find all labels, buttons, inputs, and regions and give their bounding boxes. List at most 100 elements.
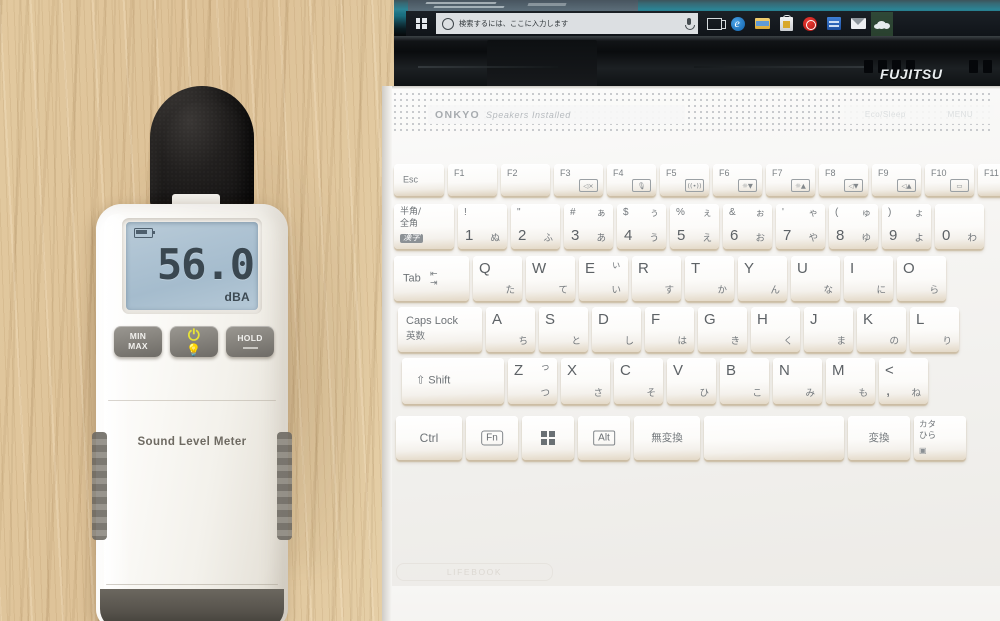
key-henkan[interactable]: 変換 <box>848 416 910 460</box>
key-label: K <box>863 311 874 328</box>
speaker-grille: ONKYO Speakers Installed Eco/Sleep MENU <box>392 91 994 135</box>
key-2[interactable]: " 2 ふ <box>511 204 560 249</box>
key-kana-label: ぬ <box>490 232 500 244</box>
key-alt[interactable]: Alt <box>578 416 630 460</box>
key-kana-label: す <box>664 284 674 296</box>
lifebook-badge: LIFEBOOK <box>396 563 553 581</box>
hinge-groove-left <box>418 66 558 68</box>
key-m[interactable]: M も <box>826 358 875 404</box>
key-label: Q <box>479 260 491 277</box>
edge-browser-icon[interactable] <box>727 12 749 36</box>
lcd-screen: 56.0 dBA <box>126 222 258 310</box>
key-label: O <box>903 260 915 277</box>
key-f6[interactable]: F6 ☼▼ <box>713 164 762 196</box>
key-7[interactable]: ' ゃ 7 や <box>776 204 825 249</box>
key-f[interactable]: F は <box>645 307 694 352</box>
key-k[interactable]: K の <box>857 307 906 352</box>
key-shift-label: & <box>729 207 736 218</box>
key-c[interactable]: C そ <box>614 358 663 404</box>
key-s[interactable]: S と <box>539 307 588 352</box>
blue-app-icon[interactable] <box>823 12 845 36</box>
key-x[interactable]: X さ <box>561 358 610 404</box>
key-r[interactable]: R す <box>632 256 681 301</box>
key-f8[interactable]: F8 ◁▼ <box>819 164 868 196</box>
task-view-icon[interactable] <box>703 12 726 36</box>
key-fn[interactable]: Fn <box>466 416 518 460</box>
key-b[interactable]: B こ <box>720 358 769 404</box>
key-hankaku-zenkaku[interactable]: 半角/ 全角 漢字 <box>394 204 454 249</box>
key-1[interactable]: ! 1 ぬ <box>458 204 507 249</box>
key-muhenkan[interactable]: 無変換 <box>634 416 700 460</box>
power-light-button[interactable]: ⏻ 💡 <box>170 326 218 357</box>
eco-sleep-button[interactable]: Eco/Sleep <box>865 110 906 119</box>
key-f9[interactable]: F9 ◁▲ <box>872 164 921 196</box>
key-f7[interactable]: F7 ☼▲ <box>766 164 815 196</box>
key-label: D <box>598 311 609 328</box>
hold-button[interactable]: HOLD <box>226 326 274 357</box>
key-caps-lock[interactable]: Caps Lock 英数 <box>398 307 482 352</box>
key-label: L <box>916 311 925 328</box>
key-f3[interactable]: F3 ◁× <box>554 164 603 196</box>
key-f10[interactable]: F10 ▭ <box>925 164 974 196</box>
key-ctrl[interactable]: Ctrl <box>396 416 462 460</box>
key-q[interactable]: Q た <box>473 256 522 301</box>
search-input[interactable]: 検索するには、ここに入力します <box>436 13 698 34</box>
key-windows[interactable] <box>522 416 574 460</box>
power-icon: ⏻ <box>187 326 201 344</box>
key-label: W <box>532 260 547 277</box>
deck-button-strip: Eco/Sleep MENU <box>844 105 994 124</box>
key-katakana-hiragana[interactable]: カタ ひら ▣ <box>914 416 966 460</box>
key-shift-left[interactable]: ⇧ Shift <box>402 358 504 404</box>
key-j[interactable]: J ま <box>804 307 853 352</box>
key-9[interactable]: ) ょ 9 よ <box>882 204 931 249</box>
key-t[interactable]: T か <box>685 256 734 301</box>
key-w[interactable]: W て <box>526 256 575 301</box>
key-f1[interactable]: F1 <box>448 164 497 196</box>
key-esc[interactable]: Esc <box>394 164 444 196</box>
key-f4[interactable]: F4 🎙 <box>607 164 656 196</box>
key-n[interactable]: N み <box>773 358 822 404</box>
key-a[interactable]: A ち <box>486 307 535 352</box>
key-8[interactable]: ( ゅ 8 ゆ <box>829 204 878 249</box>
start-button[interactable] <box>406 11 436 36</box>
key-e[interactable]: E ぃ い <box>579 256 628 301</box>
key-label: 変換 <box>868 431 890 444</box>
key-comma[interactable]: < , ね <box>879 358 928 404</box>
key-f11[interactable]: F11 ECO <box>978 164 1000 196</box>
key-shift-label: ) <box>888 207 892 218</box>
key-y[interactable]: Y ん <box>738 256 787 301</box>
key-label: Z <box>514 362 524 379</box>
mail-icon[interactable] <box>847 12 869 36</box>
key-space[interactable] <box>704 416 844 460</box>
key-i[interactable]: I に <box>844 256 893 301</box>
key-u[interactable]: U な <box>791 256 840 301</box>
key-d[interactable]: D し <box>592 307 641 352</box>
key-l[interactable]: L り <box>910 307 959 352</box>
key-z[interactable]: Z っ つ <box>508 358 557 404</box>
key-4[interactable]: $ ぅ 4 う <box>617 204 666 249</box>
file-explorer-icon[interactable] <box>751 12 773 36</box>
key-v[interactable]: V ひ <box>667 358 716 404</box>
menu-button[interactable]: MENU <box>948 110 974 119</box>
microphone-icon[interactable] <box>685 18 695 30</box>
key-label: G <box>704 311 716 328</box>
key-g[interactable]: G き <box>698 307 747 352</box>
key-label: 3 <box>571 227 580 244</box>
key-5[interactable]: % ぇ 5 え <box>670 204 719 249</box>
key-0[interactable]: 0 わ <box>935 204 984 249</box>
key-tab[interactable]: Tab ⇤ ⇥ <box>394 256 469 301</box>
microsoft-store-icon[interactable] <box>775 12 797 36</box>
key-f2[interactable]: F2 <box>501 164 550 196</box>
cloud-app-icon[interactable] <box>871 11 893 36</box>
key-h[interactable]: H く <box>751 307 800 352</box>
key-6[interactable]: & ぉ 6 お <box>723 204 772 249</box>
key-3[interactable]: # ぁ 3 あ <box>564 204 613 249</box>
min-max-button[interactable]: MIN MAX <box>114 326 162 357</box>
key-f5[interactable]: F5 ((•)) <box>660 164 709 196</box>
mute-icon: ◁× <box>579 179 598 192</box>
key-label: E <box>585 260 596 277</box>
key-o[interactable]: O ら <box>897 256 946 301</box>
key-sublabel: ひら <box>919 431 937 441</box>
foam-texture <box>150 86 254 211</box>
recording-app-icon[interactable] <box>799 12 821 36</box>
